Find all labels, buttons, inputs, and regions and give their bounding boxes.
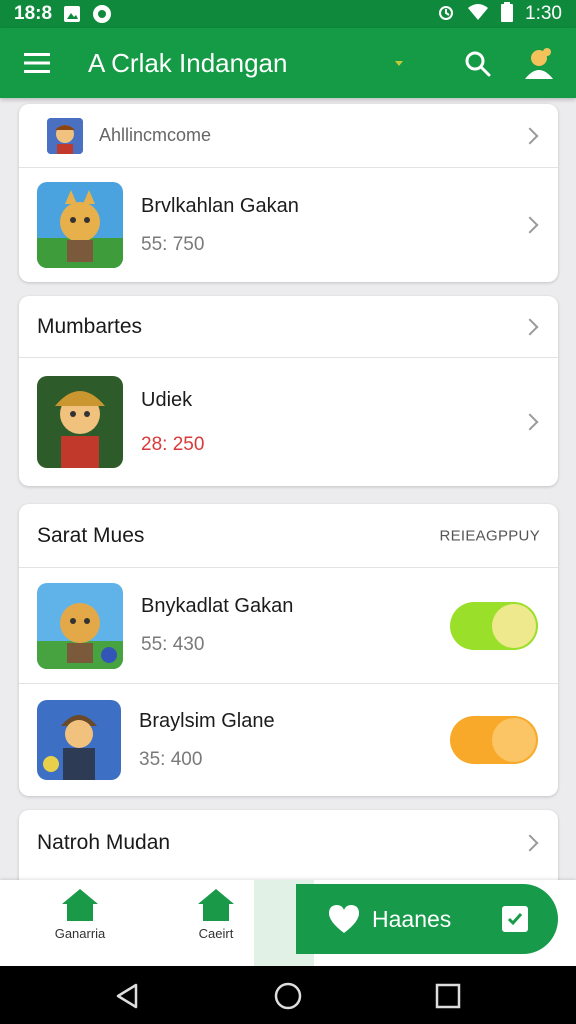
- nav-item-ganarria[interactable]: Ganarria: [32, 888, 128, 962]
- nav-item-caeirt[interactable]: Caeirt: [168, 888, 264, 962]
- game-thumbnail: [37, 182, 123, 268]
- photo-icon: [62, 4, 82, 24]
- game-thumbnail: [37, 700, 121, 780]
- card-natroh-mudan: Natroh Mudan: [19, 810, 558, 890]
- heart-icon: [328, 905, 360, 933]
- app-title: A Crlak Indangan: [88, 47, 288, 78]
- item-subtitle: 55: 750: [141, 233, 205, 255]
- home-icon: [198, 889, 234, 921]
- search-icon[interactable]: [460, 46, 496, 82]
- home-circle-icon[interactable]: [272, 980, 304, 1012]
- toggle-knob: [492, 718, 536, 762]
- chevron-right-icon: [521, 413, 539, 431]
- card-top: Ahllincmcome Brvlkahlan Gakan 55: 750: [19, 104, 558, 282]
- record-icon: [92, 4, 112, 24]
- card-header-label: Ahllincmcome: [99, 125, 212, 145]
- card-sarat-mues: Sarat Mues REIEAGPPUY Bnykadlat Gakan 55…: [19, 504, 558, 796]
- card-header-label: Mumbartes: [37, 314, 143, 338]
- battery-icon: [501, 1, 514, 27]
- card-header-label: Natroh Mudan: [37, 831, 171, 854]
- item-title: Braylsim Glane: [139, 709, 275, 732]
- bottom-nav: Ganarria Caeirt Haanes: [0, 880, 576, 966]
- app-bar: A Crlak Indangan: [0, 28, 576, 98]
- card-header-row: Sarat Mues REIEAGPPUY: [19, 504, 558, 568]
- menu-icon[interactable]: [0, 28, 74, 98]
- chevron-right-icon: [521, 318, 539, 335]
- toggle-switch[interactable]: [450, 601, 538, 650]
- game-avatar-icon: [47, 117, 83, 154]
- chevron-right-icon: [521, 216, 539, 234]
- card-header-row[interactable]: Natroh Mudan: [19, 810, 558, 876]
- item-subtitle: 28: 250: [141, 433, 205, 455]
- chevron-right-icon: [521, 127, 539, 144]
- game-thumbnail: [37, 376, 123, 468]
- toggle-knob: [492, 603, 536, 648]
- status-time-right: 1:30: [525, 3, 562, 24]
- list-item: Braylsim Glane 35: 400: [19, 684, 558, 796]
- list-item: Bnykadlat Gakan 55: 430: [19, 568, 558, 684]
- toggle-switch[interactable]: [450, 716, 538, 764]
- header-action-link[interactable]: REIEAGPPUY: [439, 527, 540, 544]
- card-mumbartes: Mumbartes Udiek 28: 250: [19, 296, 558, 486]
- recents-icon[interactable]: [432, 980, 464, 1012]
- list-item[interactable]: Udiek 28: 250: [19, 358, 558, 486]
- item-title: Udiek: [141, 388, 193, 411]
- caret-icon[interactable]: [395, 60, 404, 66]
- back-icon[interactable]: [112, 980, 144, 1012]
- item-title: Brvlkahlan Gakan: [141, 194, 299, 217]
- item-subtitle: 35: 400: [139, 748, 203, 770]
- check-icon[interactable]: [502, 906, 528, 932]
- profile-icon[interactable]: [520, 44, 558, 82]
- nav-label: Haanes: [372, 905, 452, 932]
- nav-label: Ganarria: [54, 926, 106, 941]
- system-nav-bar: [0, 966, 576, 1024]
- nav-item-haanes[interactable]: Haanes: [296, 884, 558, 954]
- home-icon: [62, 889, 98, 921]
- item-subtitle: 55: 430: [141, 634, 205, 655]
- wifi-icon: [467, 3, 489, 26]
- alarm-icon: [437, 3, 455, 26]
- status-time-left: 18:8: [14, 3, 53, 24]
- chevron-right-icon: [521, 834, 539, 852]
- game-thumbnail: [37, 582, 123, 669]
- list-item[interactable]: Brvlkahlan Gakan 55: 750: [19, 168, 558, 282]
- item-title: Bnykadlat Gakan: [141, 595, 294, 617]
- nav-label: Caeirt: [198, 926, 234, 941]
- card-header-label: Sarat Mues: [37, 523, 145, 547]
- status-bar: 18:8 1:30: [0, 0, 576, 28]
- card-header-row[interactable]: Ahllincmcome: [19, 104, 558, 168]
- card-header-row[interactable]: Mumbartes: [19, 296, 558, 358]
